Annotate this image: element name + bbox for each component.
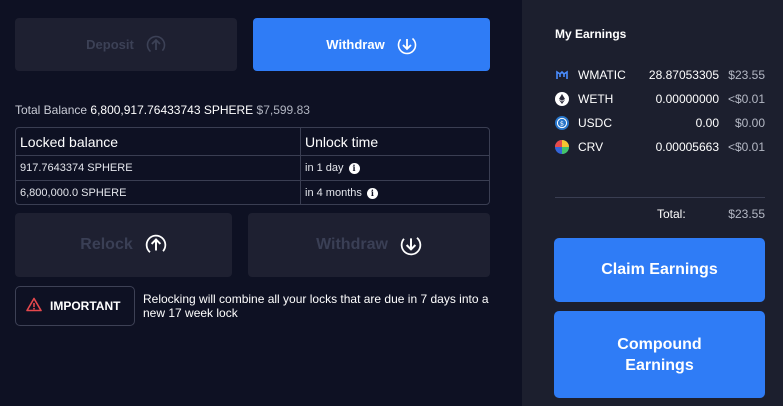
- table-row: 917.7643374 SPHERE in 1 day i: [16, 155, 489, 180]
- header-locked-balance: Locked balance: [16, 128, 301, 155]
- lock-unlock-cell: in 4 months i: [301, 181, 489, 204]
- relock-label: Relock: [80, 236, 133, 253]
- token-amount: 0.00005663: [655, 140, 719, 154]
- earnings-row: CRV 0.00005663 <$0.01: [555, 139, 765, 155]
- withdraw-unlocked-button[interactable]: Withdraw: [248, 213, 490, 277]
- svg-text:$: $: [560, 119, 564, 127]
- lock-amount: 6,800,000.0 SPHERE: [16, 181, 301, 204]
- token-amount: 0.00000000: [655, 92, 719, 106]
- earnings-row: $ USDC 0.00 $0.00: [555, 115, 765, 131]
- arrow-up-icon: [146, 35, 166, 55]
- usdc-icon: $: [555, 116, 569, 130]
- deposit-label: Deposit: [86, 37, 134, 52]
- arrow-down-icon: [397, 35, 417, 55]
- crv-icon: [555, 140, 569, 154]
- earnings-row: WMATIC 28.87053305 $23.55: [555, 67, 765, 83]
- withdraw-unlocked-label: Withdraw: [316, 236, 388, 253]
- wmatic-icon: [555, 68, 569, 82]
- arrow-up-icon: [145, 234, 167, 256]
- total-balance-label: Total Balance: [15, 103, 88, 117]
- token-symbol: CRV: [578, 140, 604, 154]
- earnings-row: WETH 0.00000000 <$0.01: [555, 91, 765, 107]
- token-amount: 28.87053305: [648, 68, 719, 82]
- token-usd: $23.55: [728, 68, 765, 82]
- claim-earnings-button[interactable]: Claim Earnings: [554, 238, 765, 302]
- warning-icon: [26, 297, 42, 315]
- header-unlock-time: Unlock time: [305, 133, 379, 150]
- lock-unlock-cell: in 1 day i: [301, 156, 489, 180]
- earnings-divider: [555, 197, 765, 198]
- token-usd: <$0.01: [727, 140, 765, 154]
- relock-notice: Relocking will combine all your locks th…: [143, 292, 489, 320]
- lock-unlock-time: in 1 day: [305, 162, 344, 174]
- withdraw-label: Withdraw: [326, 37, 385, 52]
- locks-table: Locked balance Unlock time 917.7643374 S…: [15, 127, 490, 205]
- token-symbol: WMATIC: [578, 68, 626, 82]
- arrow-down-icon: [400, 234, 422, 256]
- lock-unlock-time: in 4 months: [305, 187, 362, 199]
- info-icon[interactable]: i: [348, 162, 360, 174]
- important-label: IMPORTANT: [50, 299, 121, 313]
- table-header-row: Locked balance Unlock time: [16, 128, 489, 155]
- token-symbol: WETH: [578, 92, 614, 106]
- total-balance-amount: 6,800,917.76433743 SPHERE: [90, 103, 254, 117]
- token-usd: $0.00: [734, 116, 765, 130]
- total-balance-usd: $7,599.83: [256, 103, 310, 117]
- earnings-total-value: $23.55: [728, 207, 765, 221]
- info-icon[interactable]: i: [366, 187, 378, 199]
- lock-amount: 917.7643374 SPHERE: [16, 156, 301, 180]
- compound-earnings-button[interactable]: Compound Earnings: [554, 311, 765, 398]
- deposit-button[interactable]: Deposit: [15, 18, 237, 71]
- earnings-total-label: Total:: [657, 207, 686, 221]
- withdraw-button[interactable]: Withdraw: [253, 18, 490, 71]
- token-usd: <$0.01: [727, 92, 765, 106]
- total-balance: Total Balance 6,800,917.76433743 SPHERE …: [15, 103, 310, 117]
- token-amount: 0.00: [695, 116, 719, 130]
- token-symbol: USDC: [578, 116, 613, 130]
- important-badge: IMPORTANT: [15, 286, 135, 326]
- table-row: 6,800,000.0 SPHERE in 4 months i: [16, 180, 489, 204]
- relock-button[interactable]: Relock: [15, 213, 232, 277]
- weth-icon: [555, 92, 569, 106]
- earnings-title: My Earnings: [555, 27, 627, 41]
